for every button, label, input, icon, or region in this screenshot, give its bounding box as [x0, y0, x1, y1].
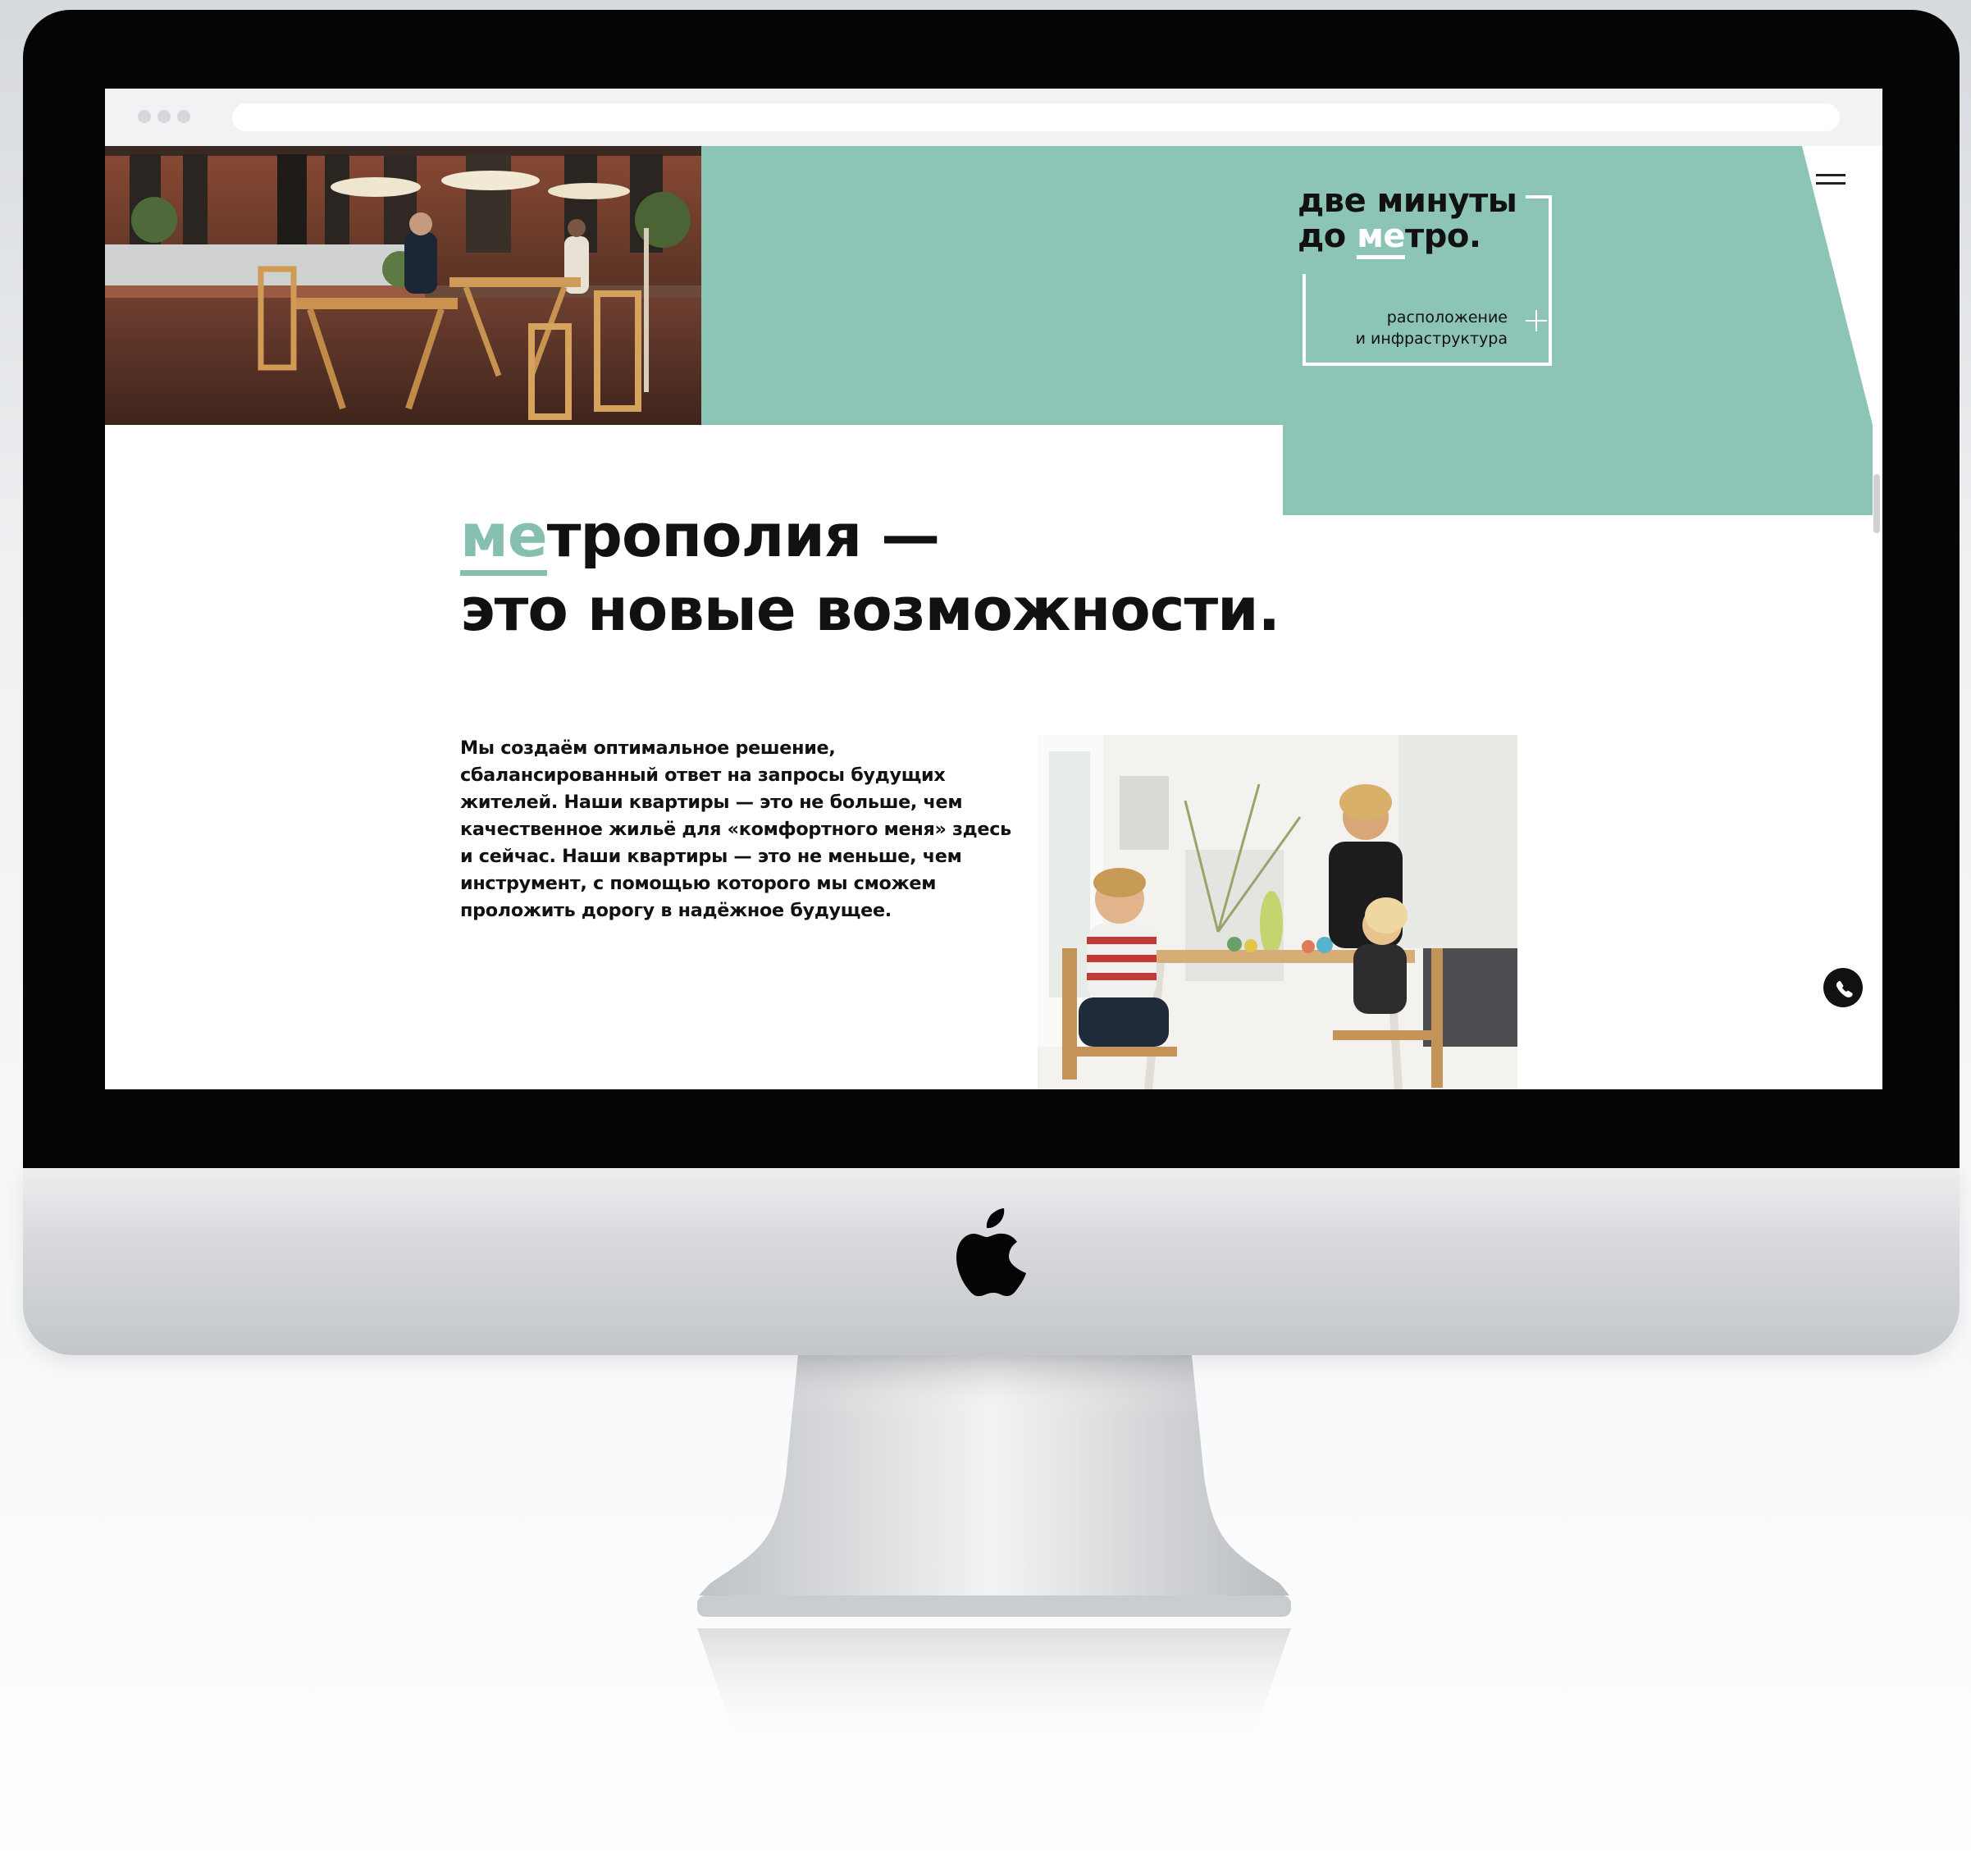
phone-icon	[1836, 980, 1853, 997]
website-page: две минуты до метро. расположение и инфр…	[105, 146, 1882, 1089]
hero-title-line-1: две минуты	[1298, 182, 1517, 220]
window-zoom-dot[interactable]	[177, 110, 190, 123]
family-illustration	[1038, 735, 1517, 1089]
hero-title-accent: ме	[1357, 217, 1406, 259]
hero-title-suffix: тро.	[1405, 217, 1481, 255]
hero-title-prefix: до	[1298, 217, 1357, 255]
location-link-text: расположение и инфраструктура	[1356, 307, 1508, 349]
browser-window: две минуты до метро. расположение и инфр…	[105, 89, 1882, 1089]
main-heading-line-2: это новые возможности.	[460, 575, 1280, 644]
plus-icon[interactable]	[1526, 310, 1547, 331]
hero-title: две минуты до метро.	[1298, 182, 1568, 259]
main-heading-line-1-rest: трополия —	[546, 501, 940, 570]
location-infrastructure-link[interactable]: расположение и инфраструктура	[1352, 307, 1557, 356]
hero-title-line-2: до метро.	[1298, 217, 1568, 259]
apple-logo-icon	[956, 1208, 1026, 1297]
page-scrollbar-thumb[interactable]	[1873, 474, 1880, 533]
main-heading-accent: ме	[460, 501, 548, 576]
family-kitchen-photo	[1038, 735, 1517, 1089]
window-close-dot[interactable]	[138, 110, 151, 123]
hero-terrace-photo	[105, 146, 701, 425]
address-bar[interactable]	[232, 103, 1840, 131]
hamburger-menu-icon[interactable]	[1816, 171, 1849, 190]
imac-mockup-scene: две минуты до метро. расположение и инфр…	[0, 0, 1971, 1876]
location-link-line-2: и инфраструктура	[1355, 330, 1508, 348]
main-heading-line-1: метрополия —	[460, 499, 1362, 576]
window-minimize-dot[interactable]	[157, 110, 171, 123]
terrace-illustration	[105, 146, 701, 425]
main-heading: метрополия — это новые возможности.	[460, 499, 1362, 646]
browser-toolbar	[105, 89, 1882, 146]
location-link-line-1: расположение	[1386, 308, 1508, 326]
callback-phone-button[interactable]	[1823, 968, 1863, 1007]
intro-paragraph: Мы создаём оптимальное решение, сбаланси…	[460, 737, 1011, 921]
